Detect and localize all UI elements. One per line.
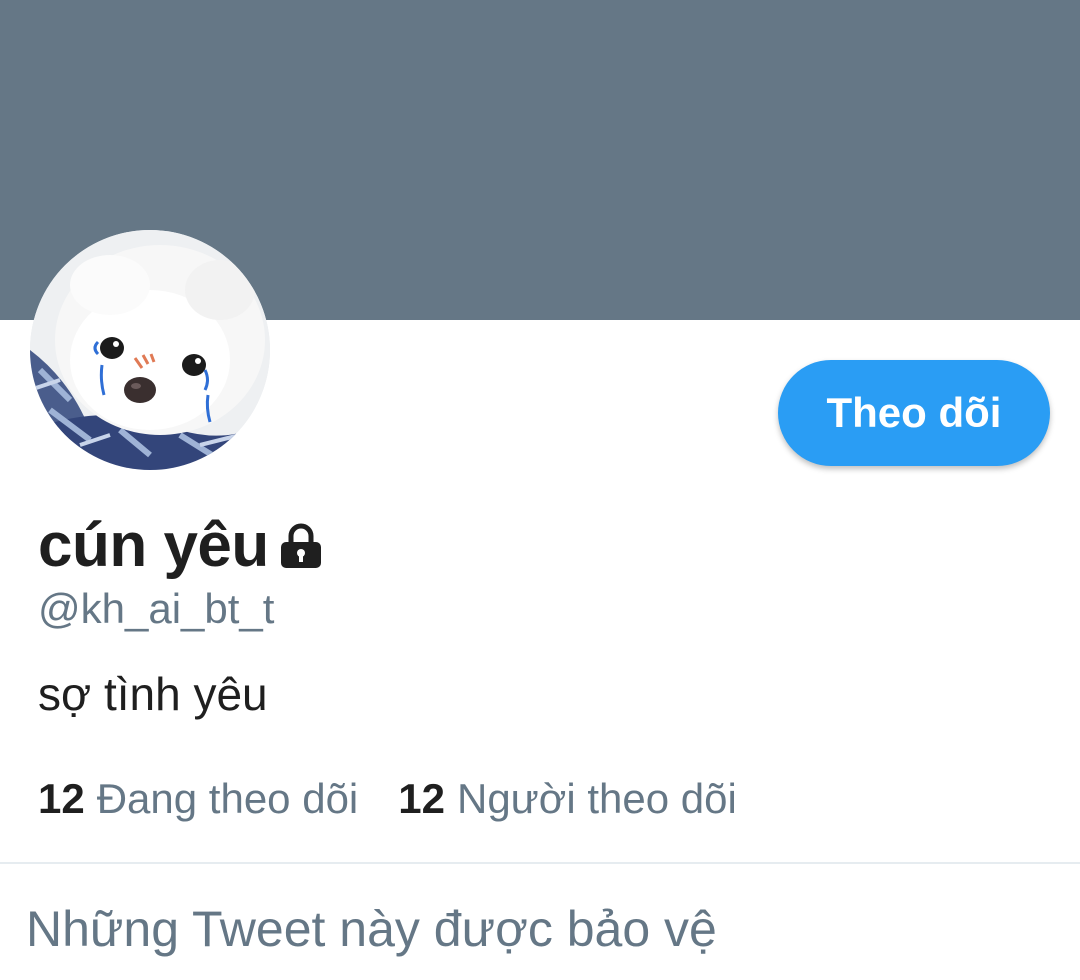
following-count: 12 xyxy=(38,775,85,822)
avatar-photo xyxy=(30,230,270,470)
profile-bio: sợ tình yêu xyxy=(38,668,268,720)
followers-count: 12 xyxy=(398,775,445,822)
lock-icon xyxy=(277,522,325,570)
divider xyxy=(0,862,1080,864)
display-name: cún yêu xyxy=(38,510,269,580)
follow-button[interactable]: Theo dõi xyxy=(778,360,1050,466)
followers-stat[interactable]: 12 Người theo dõi xyxy=(398,775,737,823)
protected-tweets-notice: Những Tweet này được bảo vệ xyxy=(26,901,717,957)
profile-page: Theo dõi cún yêu @kh_ai_bt_t sợ tình yêu… xyxy=(0,0,1080,980)
following-label: Đang theo dõi xyxy=(96,775,359,822)
profile-handle: @kh_ai_bt_t xyxy=(38,585,275,632)
avatar[interactable] xyxy=(30,230,270,470)
profile-stats: 12 Đang theo dõi 12 Người theo dõi xyxy=(38,775,737,823)
name-row: cún yêu xyxy=(38,505,325,585)
following-stat[interactable]: 12 Đang theo dõi xyxy=(38,775,358,823)
followers-label: Người theo dõi xyxy=(456,775,737,822)
